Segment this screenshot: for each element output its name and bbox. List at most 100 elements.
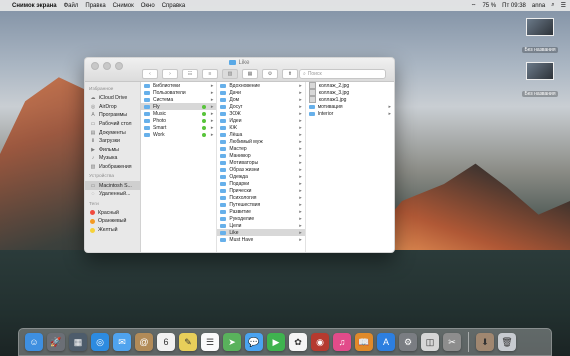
dock-trash-icon[interactable]: 🗑 [498, 333, 516, 351]
menu-app[interactable]: Снимок экрана [12, 3, 57, 9]
menu-capture[interactable]: Снимок [113, 3, 134, 9]
view-coverflow-button[interactable]: ▦ [242, 69, 258, 79]
column-row[interactable]: КЖ ▸ [217, 124, 304, 131]
column-row[interactable]: Photo ▸ [141, 117, 216, 124]
folder-icon [220, 167, 227, 172]
sidebar-tag[interactable]: Красный [85, 209, 140, 218]
sidebar-item[interactable]: A Программы [85, 111, 140, 120]
sidebar-item[interactable]: ▭ Рабочий стол [85, 120, 140, 129]
sidebar-item[interactable]: ▤ Документы [85, 128, 140, 137]
share-button[interactable]: ⬆ [282, 69, 298, 79]
menu-file[interactable]: Файл [64, 3, 79, 9]
column-row[interactable]: коллаж1.jpg [306, 96, 394, 103]
column-row[interactable]: Прически ▸ [217, 187, 304, 194]
column-row[interactable]: Рукоделие ▸ [217, 215, 304, 222]
dock-mission-control-icon[interactable]: ▦ [69, 333, 87, 351]
column-row[interactable]: Подарки ▸ [217, 180, 304, 187]
column-row[interactable]: Одежда ▸ [217, 173, 304, 180]
column-row[interactable]: коллаж_2.jpg [306, 82, 394, 89]
dock-facetime-icon[interactable]: ▶ [267, 333, 285, 351]
dock-ibooks-icon[interactable]: 📖 [355, 333, 373, 351]
chevron-right-icon: ▸ [299, 215, 302, 222]
dock-system-preferences-icon[interactable]: ⚙ [399, 333, 417, 351]
column-row[interactable]: Любимый муж ▸ [217, 138, 304, 145]
dock-calendar-icon[interactable]: 6 [157, 333, 175, 351]
column-row[interactable]: Music ▸ [141, 110, 216, 117]
dock-mail-icon[interactable]: ✉ [113, 333, 131, 351]
column-row[interactable]: Fly ▸ [141, 103, 217, 110]
dock-maps-icon[interactable]: ➤ [223, 333, 241, 351]
column-row[interactable]: Маникюр ▸ [217, 152, 304, 159]
column-row[interactable]: Досуг ▸ [217, 103, 304, 110]
column-row[interactable]: Мастер ▸ [217, 145, 304, 152]
battery-label[interactable]: 75 % [482, 3, 496, 9]
dock-app-store-icon[interactable]: A [377, 333, 395, 351]
desktop-file-2[interactable]: Без названия [510, 62, 570, 100]
sidebar-tag[interactable]: Оранжевый [85, 217, 140, 226]
view-icon-button[interactable]: ☷ [182, 69, 198, 79]
dock-photo-booth-icon[interactable]: ◉ [311, 333, 329, 351]
column-row[interactable]: Система ▸ [141, 96, 216, 103]
sidebar-item[interactable]: ▧ Изображения [85, 163, 140, 172]
menu-window[interactable]: Окно [141, 3, 155, 9]
sidebar-item-icon: ▭ [90, 121, 96, 128]
column-row[interactable]: Развитие ▸ [217, 208, 304, 215]
dock-downloads-stack-icon[interactable]: ⬇ [476, 333, 494, 351]
column-row[interactable]: коллаж_3.jpg [306, 89, 394, 96]
column-row[interactable]: Идеи ▸ [217, 117, 304, 124]
dock-finder-icon[interactable]: ☺ [25, 333, 43, 351]
chevron-right-icon: ▸ [299, 173, 302, 180]
sidebar-item[interactable]: ▭ Macintosh S... [85, 181, 140, 190]
column-row[interactable]: Библиотеки ▸ [141, 82, 216, 89]
sidebar-item[interactable]: ◌ Удаленный... [85, 190, 140, 199]
column-row[interactable]: Interior ▸ [306, 110, 394, 117]
notification-center-icon[interactable]: ☰ [561, 2, 566, 9]
column-row[interactable]: Дачи ▸ [217, 89, 304, 96]
dock-contacts-icon[interactable]: @ [135, 333, 153, 351]
menu-edit[interactable]: Правка [85, 3, 105, 9]
sidebar-tag[interactable]: Желтый [85, 226, 140, 235]
sidebar-item[interactable]: ◎ AirDrop [85, 103, 140, 112]
dock-launchpad-icon[interactable]: 🚀 [47, 333, 65, 351]
spotlight-icon[interactable]: ⌕ [551, 2, 554, 9]
dock-reminders-icon[interactable]: ☰ [201, 333, 219, 351]
dock-preview-icon[interactable]: ◫ [421, 333, 439, 351]
column-row[interactable]: ЗОЖ ▸ [217, 110, 304, 117]
wifi-icon[interactable]: ⌔ [471, 2, 477, 10]
column-row[interactable]: мотивация ▸ [306, 103, 394, 110]
dock-messages-icon[interactable]: 💬 [245, 333, 263, 351]
sidebar-item[interactable]: ♪ Музыка [85, 154, 140, 163]
column-row[interactable]: Образ жизни ▸ [217, 166, 304, 173]
column-row[interactable]: Like ▸ [217, 229, 305, 236]
column-row[interactable]: Work ▸ [141, 131, 216, 138]
sidebar-item[interactable]: ▶ Фильмы [85, 146, 140, 155]
column-row[interactable]: Must Have ▸ [217, 236, 304, 243]
window-titlebar[interactable]: Like ‹ › ☷ ≡ ▥ ▦ ⚙ ⬆ ○ ⌕ Поиск [85, 58, 394, 82]
menu-help[interactable]: Справка [162, 3, 186, 9]
back-button[interactable]: ‹ [142, 69, 158, 79]
arrange-button[interactable]: ⚙ [262, 69, 278, 79]
sidebar-item[interactable]: ☁ iCloud Drive [85, 94, 140, 103]
column-row[interactable]: Smart ▸ [141, 124, 216, 131]
view-list-button[interactable]: ≡ [202, 69, 218, 79]
dock-itunes-icon[interactable]: ♫ [333, 333, 351, 351]
desktop-file-1[interactable]: Без названия [510, 18, 570, 56]
column-row[interactable]: Дом ▸ [217, 96, 304, 103]
column-row[interactable]: Лёша ▸ [217, 131, 304, 138]
column-row[interactable]: Цели ▸ [217, 222, 304, 229]
dock-safari-icon[interactable]: ◎ [91, 333, 109, 351]
column-row[interactable]: Мотиваторы ▸ [217, 159, 304, 166]
search-input[interactable]: ⌕ Поиск [299, 69, 386, 79]
view-columns-button[interactable]: ▥ [222, 69, 238, 79]
dock-notes-icon[interactable]: ✎ [179, 333, 197, 351]
sidebar-item[interactable]: ⬇ Загрузки [85, 137, 140, 146]
forward-button[interactable]: › [162, 69, 178, 79]
column-row[interactable]: Путешествия ▸ [217, 201, 304, 208]
clock[interactable]: Пт 09:38 [502, 3, 526, 9]
column-row[interactable]: Психология ▸ [217, 194, 304, 201]
user-name[interactable]: anna [532, 3, 545, 9]
dock-photoshop-like-icon[interactable]: ✂ [443, 333, 461, 351]
column-row[interactable]: Вдохновение ▸ [217, 82, 304, 89]
dock-photos-icon[interactable]: ✿ [289, 333, 307, 351]
column-row[interactable]: Пользователи ▸ [141, 89, 216, 96]
